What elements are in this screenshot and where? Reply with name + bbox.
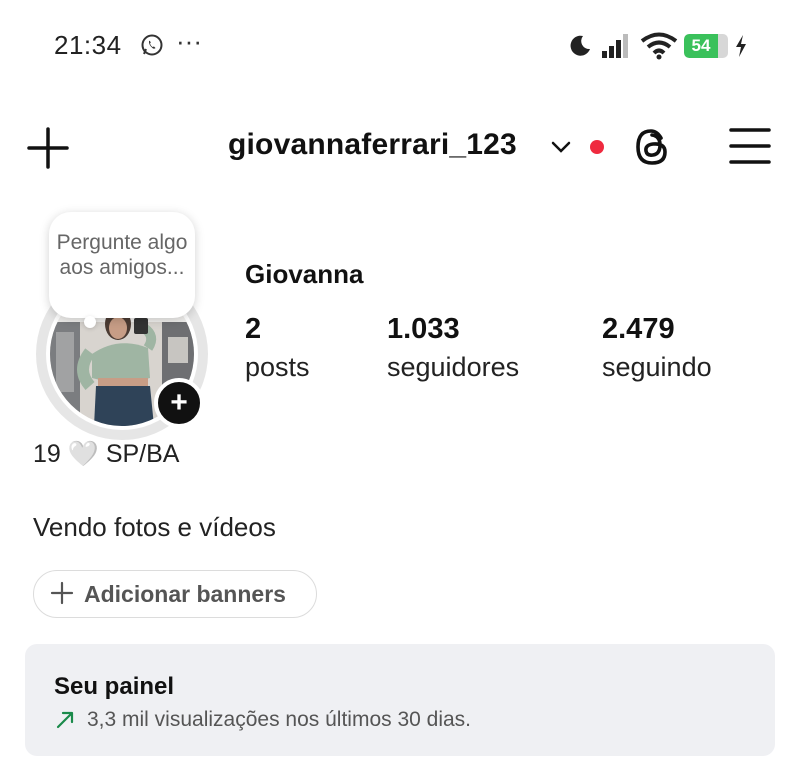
following-label[interactable]: seguindo [602,352,712,383]
followers-label[interactable]: seguidores [387,352,519,383]
dashboard-subtitle: 3,3 mil visualizações nos últimos 30 dia… [87,708,472,731]
notification-dot [590,140,604,154]
add-story-button[interactable]: + [154,378,204,428]
posts-count[interactable]: 2 [245,313,261,346]
charging-bolt-icon [736,35,746,57]
following-count[interactable]: 2.479 [602,313,675,346]
bio-text: Vendo fotos e vídeos [33,512,276,542]
status-time: 21:34 [54,30,122,60]
professional-dashboard[interactable]: Seu painel 3,3 mil visualizações nos últ… [25,644,775,756]
signal-icon [602,34,628,58]
more-notifications-icon: ··· [176,26,202,56]
username-switcher[interactable]: giovannaferrari_123 [228,128,517,162]
note-bubble-tail [84,316,96,328]
battery-icon: 54 [684,34,730,58]
followers-count[interactable]: 1.033 [387,313,460,346]
moon-icon [570,35,590,56]
profile-info-line: 19 🤍 SP/BA [33,440,180,468]
chevron-down-icon[interactable] [550,139,572,155]
menu-icon[interactable] [728,126,772,166]
plus-icon [50,581,74,605]
create-plus-icon[interactable] [26,126,70,170]
note-bubble[interactable]: Pergunte algo aos amigos... [49,212,195,318]
note-placeholder: Pergunte algo aos amigos... [56,231,188,279]
posts-label[interactable]: posts [245,352,310,383]
add-banners-button[interactable]: Adicionar banners [33,570,317,618]
wifi-icon [640,32,678,60]
display-name: Giovanna [245,259,364,289]
dashboard-title: Seu painel [54,673,175,700]
add-banners-label: Adicionar banners [84,581,286,607]
whatsapp-icon [141,34,163,56]
trend-up-arrow-icon [56,711,74,729]
threads-icon[interactable] [630,125,674,169]
battery-level: 54 [691,36,711,55]
